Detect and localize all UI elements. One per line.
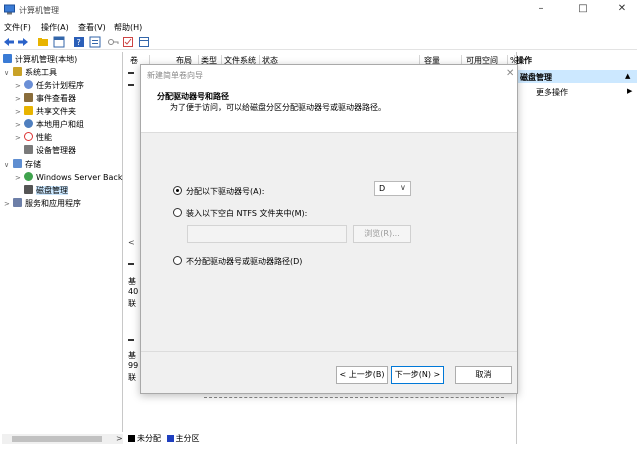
folder-up-icon[interactable] (37, 36, 49, 48)
disk-legend: 未分配 主分区 (128, 433, 200, 444)
maximize-button[interactable]: □ (570, 1, 596, 17)
primary-swatch (166, 435, 174, 442)
chevron-down-icon[interactable]: ∨ (4, 67, 13, 79)
tree-item-device-manager[interactable]: 设备管理器 (24, 145, 76, 157)
scrollbar-thumb[interactable] (12, 436, 102, 442)
radio-mount-ntfs-folder[interactable] (173, 208, 182, 217)
chevron-down-icon[interactable]: ∨ (4, 159, 13, 171)
disk-0-size: 40 (128, 287, 139, 296)
chevron-right-icon[interactable]: > (15, 132, 24, 144)
scroll-right-icon[interactable]: > (116, 434, 123, 443)
menu-action[interactable]: 操作(A) (41, 22, 69, 33)
tree-item-windows-server-backup[interactable]: > Windows Server Back (15, 172, 122, 184)
more-actions-link[interactable]: 更多操作 (536, 87, 568, 98)
forward-arrow-icon[interactable] (17, 36, 29, 48)
collapse-up-icon[interactable]: ▲ (625, 72, 630, 80)
cancel-button[interactable]: 取消 (455, 366, 512, 384)
actions-header: 操作 (516, 56, 532, 65)
svg-text:?: ? (77, 38, 81, 47)
volume-row-icon (128, 72, 134, 74)
legend-primary: 主分区 (175, 434, 200, 443)
disk-0-status: 联 (128, 299, 136, 308)
tree-item-performance[interactable]: > 性能 (15, 132, 52, 144)
mount-ntfs-folder-label[interactable]: 装入以下空白 NTFS 文件夹中(M): (186, 208, 307, 219)
disk-1-status: 联 (128, 373, 136, 382)
event-log-icon (24, 93, 33, 102)
navigation-tree: 计算机管理(本地) ∨ 系统工具 > 任务计划程序 > 事件查看器 > 共享文件夹 > 本… (0, 52, 123, 432)
assign-drive-letter-label[interactable]: 分配以下驱动器号(A): (186, 186, 264, 197)
actions-section-label: 磁盘管理 (520, 73, 552, 82)
tree-item-system-tools[interactable]: ∨ 系统工具 (4, 67, 57, 79)
volume-row-icon (128, 84, 134, 86)
radio-no-drive-letter[interactable] (173, 256, 182, 265)
wizard-subheading: 为了便于访问，可以给磁盘分区分配驱动器号或驱动器路径。 (170, 103, 386, 112)
disk-row-icon (128, 263, 134, 265)
chevron-down-icon[interactable]: ∨ (400, 183, 406, 192)
services-icon (13, 198, 22, 207)
tools-icon (13, 67, 22, 76)
computer-management-icon (4, 4, 15, 15)
checklist-icon[interactable] (122, 36, 134, 48)
next-button[interactable]: 下一步(N) > (391, 366, 444, 384)
disk-0-label: 基 (128, 277, 136, 286)
menu-file[interactable]: 文件(F) (4, 22, 31, 33)
actions-pane (516, 52, 637, 444)
wizard-close-button[interactable]: ✕ (506, 68, 514, 79)
disk-1-size: 99 (128, 361, 139, 370)
backup-icon (24, 172, 33, 181)
back-button[interactable]: < 上一步(B) (336, 366, 388, 384)
tree-item-local-users[interactable]: > 本地用户和组 (15, 119, 84, 131)
computer-icon (3, 54, 12, 63)
grid-view-icon[interactable] (138, 36, 150, 48)
shared-folder-icon (24, 106, 33, 115)
partition-hatch (204, 394, 504, 398)
menu-view[interactable]: 查看(V) (78, 22, 106, 33)
no-drive-letter-label[interactable]: 不分配驱动器号或驱动器路径(D) (186, 256, 302, 267)
users-icon (24, 119, 33, 128)
clock-icon (24, 80, 33, 89)
radio-assign-drive-letter[interactable] (173, 186, 182, 195)
help-icon[interactable]: ? (73, 36, 85, 48)
disk-1-label: 基 (128, 351, 136, 360)
close-button[interactable]: ✕ (609, 1, 635, 17)
properties-icon[interactable] (89, 36, 101, 48)
tree-item-services-apps[interactable]: > 服务和应用程序 (4, 198, 81, 210)
menu-bar: 文件(F) 操作(A) 查看(V) 帮助(H) (0, 20, 637, 34)
tree-item-task-scheduler[interactable]: > 任务计划程序 (15, 80, 84, 92)
disk-row-icon (128, 339, 134, 341)
disk-icon (24, 185, 33, 194)
tree-item-storage[interactable]: ∨ 存储 (4, 159, 41, 171)
menu-help[interactable]: 帮助(H) (114, 22, 142, 33)
list-scroll-left-icon[interactable]: < (128, 238, 135, 247)
device-manager-icon (24, 145, 33, 154)
chevron-right-icon[interactable]: > (15, 172, 24, 184)
tree-item-shared-folders[interactable]: > 共享文件夹 (15, 106, 76, 118)
performance-icon (24, 132, 33, 141)
minimize-button[interactable]: – (528, 1, 554, 17)
ntfs-folder-path-input[interactable] (187, 225, 347, 243)
chevron-right-icon[interactable]: > (15, 119, 24, 131)
key-icon[interactable] (107, 36, 119, 48)
unallocated-swatch (128, 435, 135, 442)
wizard-title: 新建简单卷向导 (147, 71, 203, 80)
window-title: 计算机管理 (19, 6, 59, 15)
submenu-arrow-icon[interactable]: ▶ (627, 87, 632, 95)
wizard-heading: 分配驱动器号和路径 (157, 92, 229, 101)
tree-item-disk-management[interactable]: 磁盘管理 (24, 185, 68, 197)
legend-unallocated: 未分配 (137, 434, 161, 443)
console-tree-icon[interactable] (53, 36, 65, 48)
chevron-right-icon[interactable]: > (15, 80, 24, 92)
chevron-right-icon[interactable]: > (4, 198, 13, 210)
browse-button[interactable]: 浏览(R)... (353, 225, 411, 243)
chevron-right-icon[interactable]: > (15, 106, 24, 118)
storage-icon (13, 159, 22, 168)
chevron-right-icon[interactable]: > (15, 93, 24, 105)
tree-item-event-viewer[interactable]: > 事件查看器 (15, 93, 76, 105)
back-arrow-icon[interactable] (3, 36, 15, 48)
toolbar: ? (0, 34, 637, 50)
tree-item-root[interactable]: 计算机管理(本地) (3, 54, 77, 66)
